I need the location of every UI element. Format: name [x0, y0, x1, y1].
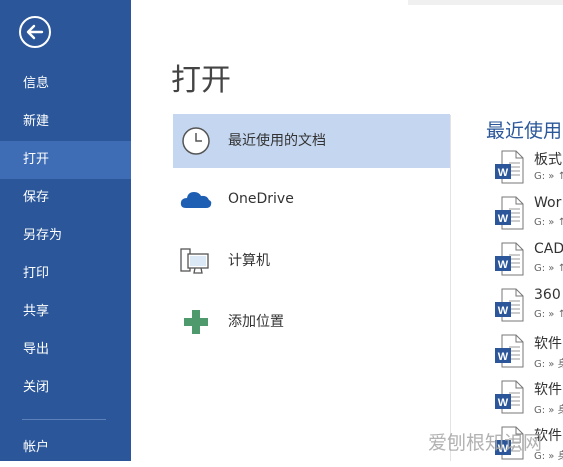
location-label: 计算机	[228, 253, 270, 269]
nav-item-account[interactable]: 帐户	[0, 429, 131, 467]
file-name: Wor	[534, 195, 562, 211]
location-onedrive[interactable]: OneDrive	[173, 172, 450, 226]
file-path: G: » ↑	[534, 309, 563, 320]
recent-file-item[interactable]: W 软件 G: » 身	[494, 376, 563, 420]
file-path: G: » 身	[534, 405, 563, 416]
recent-file-item[interactable]: W 软件 G: » 身	[494, 330, 563, 374]
location-label: OneDrive	[228, 191, 294, 207]
recent-heading: 最近使用	[486, 120, 563, 142]
file-path: G: » 身	[534, 359, 563, 370]
file-name: CAD	[534, 241, 563, 257]
svg-text:W: W	[498, 397, 509, 409]
file-name: 软件	[534, 382, 562, 398]
word-document-icon: W	[495, 288, 524, 322]
plus-icon	[184, 310, 208, 334]
file-path: G: » ↑	[534, 263, 563, 274]
pane-divider	[450, 115, 451, 461]
recent-file-item[interactable]: W Wor G: » ↑	[494, 192, 563, 236]
svg-text:W: W	[498, 351, 509, 363]
recent-file-item[interactable]: W 板式 G: » ↑	[494, 146, 563, 190]
location-label: 最近使用的文档	[228, 133, 326, 149]
file-name: 360	[534, 287, 561, 303]
top-strip	[408, 0, 563, 5]
file-name: 软件	[534, 336, 562, 352]
nav-item-export[interactable]: 导出	[0, 331, 131, 369]
location-add-place[interactable]: 添加位置	[173, 295, 450, 349]
computer-icon	[180, 248, 209, 274]
watermark: 爱刨根知识网	[428, 432, 543, 454]
nav-item-new[interactable]: 新建	[0, 103, 131, 141]
back-button[interactable]	[19, 16, 51, 48]
clock-icon	[182, 127, 210, 155]
word-document-icon: W	[495, 334, 524, 368]
recent-file-item[interactable]: W 360 G: » ↑	[494, 284, 563, 328]
location-recent[interactable]: 最近使用的文档	[173, 114, 450, 168]
svg-text:W: W	[498, 213, 509, 225]
word-document-icon: W	[495, 150, 524, 184]
word-document-icon: W	[495, 196, 524, 230]
cloud-icon	[180, 192, 212, 208]
nav-item-close[interactable]: 关闭	[0, 369, 131, 407]
nav-item-save-as[interactable]: 另存为	[0, 217, 131, 255]
nav-item-info[interactable]: 信息	[0, 65, 131, 103]
svg-text:W: W	[498, 305, 509, 317]
word-document-icon: W	[495, 380, 524, 414]
recent-file-item[interactable]: W CAD G: » ↑	[494, 238, 563, 282]
file-name: 板式	[534, 152, 562, 168]
location-label: 添加位置	[228, 314, 284, 330]
svg-text:W: W	[498, 167, 509, 179]
nav-item-open[interactable]: 打开	[0, 141, 131, 179]
location-computer[interactable]: 计算机	[173, 234, 450, 288]
nav-item-save[interactable]: 保存	[0, 179, 131, 217]
svg-text:W: W	[498, 259, 509, 271]
back-arrow-icon	[26, 24, 44, 40]
nav-item-print[interactable]: 打印	[0, 255, 131, 293]
page-title: 打开	[171, 63, 231, 98]
file-path: G: » ↑	[534, 217, 563, 228]
word-document-icon: W	[495, 242, 524, 276]
nav-item-share[interactable]: 共享	[0, 293, 131, 331]
file-path: G: » ↑	[534, 171, 563, 182]
backstage-sidebar: 信息 新建 打开 保存 另存为 打印 共享 导出 关闭 帐户	[0, 0, 131, 461]
sidebar-divider	[22, 419, 106, 420]
